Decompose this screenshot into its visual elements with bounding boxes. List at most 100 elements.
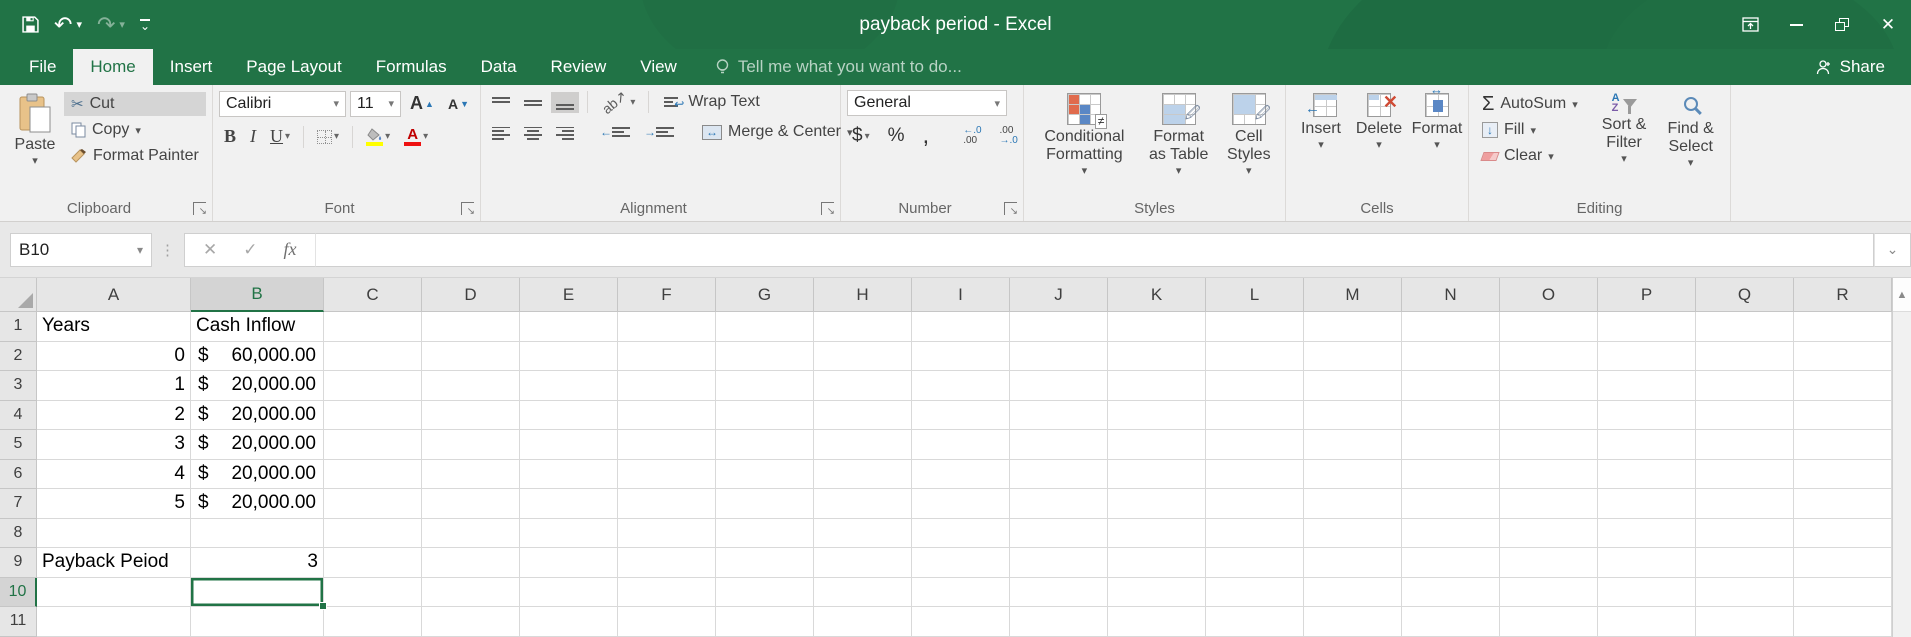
borders-button[interactable]: ▾	[312, 127, 344, 147]
column-header-R[interactable]: R	[1794, 278, 1892, 312]
cell-K5[interactable]	[1108, 430, 1206, 460]
cell-A2[interactable]: 0	[37, 341, 191, 371]
cell-F7[interactable]	[618, 489, 716, 519]
cut-button[interactable]: ✂ Cut	[64, 92, 206, 116]
column-header-M[interactable]: M	[1304, 278, 1402, 312]
merge-center-button[interactable]: ↔ Merge & Center ▾	[695, 120, 859, 144]
delete-cells-button[interactable]: ✕ Delete ▾	[1350, 90, 1408, 153]
close-button[interactable]: ✕	[1865, 0, 1911, 49]
cell-J3[interactable]	[1010, 371, 1108, 401]
cell-N6[interactable]	[1402, 459, 1500, 489]
vertical-scrollbar[interactable]: ▲	[1892, 278, 1911, 637]
cell-D5[interactable]	[422, 430, 520, 460]
cell-O2[interactable]	[1500, 341, 1598, 371]
fill-color-button[interactable]: ▾	[361, 125, 395, 149]
formula-bar-drag-handle[interactable]: ⋮	[160, 241, 176, 259]
cell-Q7[interactable]	[1696, 489, 1794, 519]
cell-G4[interactable]	[716, 400, 814, 430]
increase-font-button[interactable]: A ▲	[405, 90, 439, 117]
cell-G7[interactable]	[716, 489, 814, 519]
cell-K2[interactable]	[1108, 341, 1206, 371]
fill-button[interactable]: ↓ Fill ▾	[1475, 118, 1585, 142]
copy-button[interactable]: Copy ▾	[64, 118, 206, 142]
cell-I2[interactable]	[912, 341, 1010, 371]
cell-Q3[interactable]	[1696, 371, 1794, 401]
cell-G1[interactable]	[716, 312, 814, 342]
cell-F10[interactable]	[618, 577, 716, 607]
tell-me-box[interactable]: Tell me what you want to do...	[716, 49, 962, 85]
bold-button[interactable]: B	[219, 123, 241, 150]
cell-Q5[interactable]	[1696, 430, 1794, 460]
cell-R4[interactable]	[1794, 400, 1892, 430]
cell-Q4[interactable]	[1696, 400, 1794, 430]
cell-K8[interactable]	[1108, 518, 1206, 548]
undo-dropdown-icon[interactable]: ▾	[76, 18, 82, 31]
cell-L10[interactable]	[1206, 577, 1304, 607]
cell-E11[interactable]	[520, 607, 618, 637]
column-header-N[interactable]: N	[1402, 278, 1500, 312]
cell-K10[interactable]	[1108, 577, 1206, 607]
cell-M9[interactable]	[1304, 548, 1402, 578]
cell-F6[interactable]	[618, 459, 716, 489]
cell-B4[interactable]: $20,000.00	[191, 400, 324, 430]
cell-B11[interactable]	[191, 607, 324, 637]
cell-D3[interactable]	[422, 371, 520, 401]
row-header-7[interactable]: 7	[0, 489, 37, 519]
cell-R5[interactable]	[1794, 430, 1892, 460]
cell-P2[interactable]	[1598, 341, 1696, 371]
cell-M7[interactable]	[1304, 489, 1402, 519]
cell-R1[interactable]	[1794, 312, 1892, 342]
cell-R6[interactable]	[1794, 459, 1892, 489]
align-left-button[interactable]	[487, 122, 515, 143]
cell-C1[interactable]	[324, 312, 422, 342]
cell-O7[interactable]	[1500, 489, 1598, 519]
cell-D6[interactable]	[422, 459, 520, 489]
row-header-4[interactable]: 4	[0, 400, 37, 430]
cell-Q1[interactable]	[1696, 312, 1794, 342]
cell-Q9[interactable]	[1696, 548, 1794, 578]
cell-E7[interactable]	[520, 489, 618, 519]
cell-P1[interactable]	[1598, 312, 1696, 342]
cell-E2[interactable]	[520, 341, 618, 371]
cell-G2[interactable]	[716, 341, 814, 371]
cell-O11[interactable]	[1500, 607, 1598, 637]
cell-N8[interactable]	[1402, 518, 1500, 548]
cell-I3[interactable]	[912, 371, 1010, 401]
cell-N9[interactable]	[1402, 548, 1500, 578]
insert-cells-button[interactable]: ← Insert ▾	[1292, 90, 1350, 153]
cell-C5[interactable]	[324, 430, 422, 460]
cell-K3[interactable]	[1108, 371, 1206, 401]
cell-E8[interactable]	[520, 518, 618, 548]
redo-dropdown-icon[interactable]: ▾	[119, 18, 125, 31]
cell-F2[interactable]	[618, 341, 716, 371]
font-size-combo[interactable]: 11 ▾	[350, 90, 402, 117]
cell-A1[interactable]: Years	[37, 312, 191, 342]
middle-align-button[interactable]	[519, 92, 547, 113]
cell-B2[interactable]: $60,000.00	[191, 341, 324, 371]
cell-F11[interactable]	[618, 607, 716, 637]
cell-A5[interactable]: 3	[37, 430, 191, 460]
redo-button[interactable]: ↷ ▾	[97, 13, 125, 35]
cell-A3[interactable]: 1	[37, 371, 191, 401]
cell-Q8[interactable]	[1696, 518, 1794, 548]
cell-H2[interactable]	[814, 341, 912, 371]
cell-Q10[interactable]	[1696, 577, 1794, 607]
cell-O4[interactable]	[1500, 400, 1598, 430]
tab-data[interactable]: Data	[464, 49, 534, 85]
tab-insert[interactable]: Insert	[153, 49, 230, 85]
column-header-G[interactable]: G	[716, 278, 814, 312]
cell-G11[interactable]	[716, 607, 814, 637]
cell-J9[interactable]	[1010, 548, 1108, 578]
cell-P3[interactable]	[1598, 371, 1696, 401]
cell-O9[interactable]	[1500, 548, 1598, 578]
cell-O5[interactable]	[1500, 430, 1598, 460]
cell-M6[interactable]	[1304, 459, 1402, 489]
cell-B8[interactable]	[191, 518, 324, 548]
cell-D7[interactable]	[422, 489, 520, 519]
cell-M1[interactable]	[1304, 312, 1402, 342]
font-family-combo[interactable]: Calibri ▾	[219, 90, 347, 117]
cell-L9[interactable]	[1206, 548, 1304, 578]
cell-P10[interactable]	[1598, 577, 1696, 607]
cell-E9[interactable]	[520, 548, 618, 578]
cell-M11[interactable]	[1304, 607, 1402, 637]
